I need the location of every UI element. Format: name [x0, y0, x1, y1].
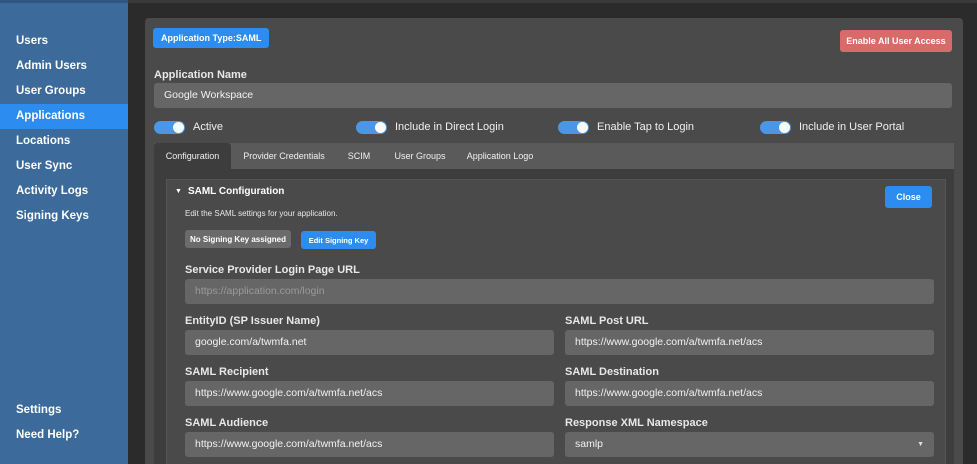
active-toggle-group: Active	[154, 119, 223, 135]
sidebar-item-users[interactable]: Users	[0, 29, 128, 54]
user-portal-toggle[interactable]	[760, 120, 791, 134]
application-panel: Application Type:SAML Enable All User Ac…	[145, 18, 963, 464]
saml-audience-input[interactable]: https://www.google.com/a/twmfa.net/acs	[185, 432, 554, 457]
chevron-down-icon: ▼	[917, 441, 924, 448]
saml-destination-label: SAML Destination	[565, 366, 659, 378]
direct-login-toggle-group: Include in Direct Login	[356, 119, 504, 135]
xml-namespace-label: Response XML Namespace	[565, 417, 708, 429]
saml-post-url-label: SAML Post URL	[565, 315, 649, 327]
saml-post-url-input[interactable]: https://www.google.com/a/twmfa.net/acs	[565, 330, 934, 355]
application-type-badge[interactable]: Application Type:SAML	[153, 28, 270, 48]
caret-down-icon: ▼	[175, 188, 182, 195]
sidebar-item-user-groups[interactable]: User Groups	[0, 79, 128, 104]
main-top-border	[128, 0, 977, 3]
tap-to-login-toggle[interactable]	[558, 120, 589, 134]
entity-id-input[interactable]: google.com/a/twmfa.net	[185, 330, 554, 355]
sidebar: Users Admin Users User Groups Applicatio…	[0, 0, 128, 464]
sidebar-item-need-help[interactable]: Need Help?	[0, 423, 128, 448]
sidebar-item-signing-keys[interactable]: Signing Keys	[0, 204, 128, 229]
tab-bar: Configuration Provider Credentials SCIM …	[154, 143, 954, 169]
xml-namespace-select[interactable]: samlp ▼	[565, 432, 934, 457]
application-name-label: Application Name	[154, 69, 247, 81]
direct-login-toggle[interactable]	[356, 120, 387, 134]
sidebar-item-applications[interactable]: Applications	[0, 104, 128, 129]
saml-recipient-label: SAML Recipient	[185, 366, 269, 378]
sidebar-item-locations[interactable]: Locations	[0, 129, 128, 154]
app-window: Users Admin Users User Groups Applicatio…	[0, 0, 977, 464]
sidebar-item-settings[interactable]: Settings	[0, 398, 128, 423]
saml-description: Edit the SAML settings for your applicat…	[185, 209, 338, 218]
edit-signing-key-button[interactable]: Edit Signing Key	[301, 231, 376, 249]
saml-destination-input[interactable]: https://www.google.com/a/twmfa.net/acs	[565, 381, 934, 406]
tap-to-login-toggle-group: Enable Tap to Login	[558, 119, 694, 135]
saml-audience-label: SAML Audience	[185, 417, 269, 429]
tab-provider-credentials[interactable]: Provider Credentials	[234, 143, 334, 169]
no-signing-key-button[interactable]: No Signing Key assigned	[185, 230, 291, 248]
sp-login-url-label: Service Provider Login Page URL	[185, 264, 360, 276]
direct-login-toggle-label: Include in Direct Login	[395, 121, 504, 133]
saml-configuration-title: SAML Configuration	[187, 186, 285, 197]
application-name-input[interactable]: Google Workspace	[154, 83, 952, 108]
user-portal-toggle-group: Include in User Portal	[760, 119, 904, 135]
configuration-content: ▼ SAML Configuration Close Edit the SAML…	[154, 169, 954, 464]
sp-login-url-input[interactable]: https://application.com/login	[185, 279, 934, 304]
close-button[interactable]: Close	[885, 186, 932, 208]
enable-all-user-access-button[interactable]: Enable All User Access	[840, 30, 952, 52]
active-toggle[interactable]	[154, 120, 185, 134]
user-portal-toggle-label: Include in User Portal	[799, 121, 905, 133]
tab-user-groups[interactable]: User Groups	[387, 143, 453, 169]
xml-namespace-value: samlp	[575, 438, 604, 450]
tab-application-logo[interactable]: Application Logo	[459, 143, 541, 169]
saml-recipient-input[interactable]: https://www.google.com/a/twmfa.net/acs	[185, 381, 554, 406]
sidebar-item-activity-logs[interactable]: Activity Logs	[0, 179, 128, 204]
entity-id-label: EntityID (SP Issuer Name)	[185, 315, 320, 327]
sidebar-item-admin-users[interactable]: Admin Users	[0, 54, 128, 79]
saml-configuration-section: ▼ SAML Configuration Close Edit the SAML…	[166, 179, 946, 464]
tab-scim[interactable]: SCIM	[339, 143, 379, 169]
sidebar-top-border	[0, 0, 128, 3]
tap-to-login-toggle-label: Enable Tap to Login	[597, 121, 695, 133]
saml-configuration-header[interactable]: ▼ SAML Configuration	[175, 186, 284, 197]
active-toggle-label: Active	[193, 121, 223, 133]
sidebar-item-user-sync[interactable]: User Sync	[0, 154, 128, 179]
tab-configuration[interactable]: Configuration	[154, 143, 231, 169]
